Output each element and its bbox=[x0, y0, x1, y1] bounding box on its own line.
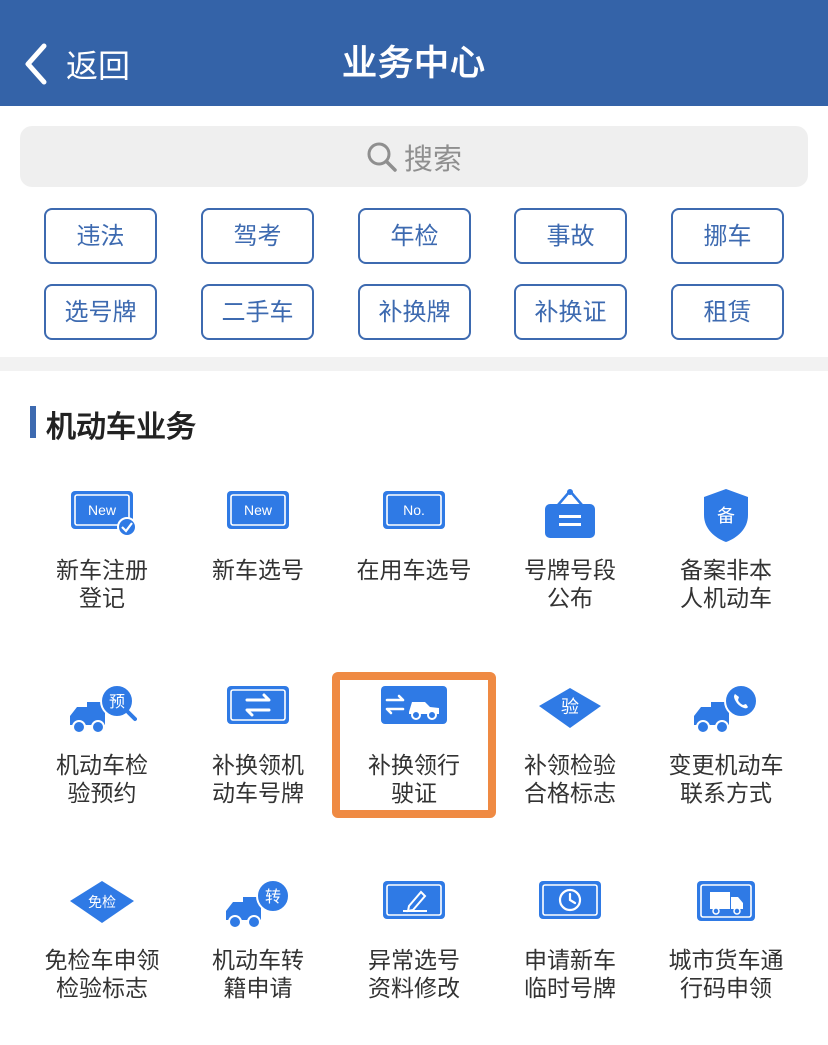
service-replace-plates[interactable]: 补换领机 动车号牌 bbox=[180, 682, 336, 862]
new-plate-icon: New bbox=[227, 491, 289, 529]
svg-text:No.: No. bbox=[403, 502, 425, 518]
service-label: 异常选号 资料修改 bbox=[368, 948, 460, 1002]
search-bar[interactable]: 搜索 bbox=[20, 126, 808, 187]
service-temporary-plate[interactable]: 申请新车 临时号牌 bbox=[492, 877, 648, 1045]
service-label: 补领检验 合格标志 bbox=[524, 753, 616, 807]
service-label: 免检车申领 检验标志 bbox=[44, 948, 160, 1002]
service-label: 备案非本 人机动车 bbox=[680, 558, 772, 612]
service-label: 机动车检 验预约 bbox=[56, 753, 148, 807]
service-label: 号牌号段 公布 bbox=[524, 558, 616, 612]
search-icon bbox=[367, 142, 397, 172]
inspection-diamond-icon: 验 bbox=[539, 688, 601, 728]
freight-truck-icon bbox=[697, 881, 755, 921]
service-label: 城市货车通 行码申领 bbox=[668, 948, 784, 1002]
chip-used-car[interactable]: 二手车 bbox=[201, 284, 314, 340]
chip-annual-inspection[interactable]: 年检 bbox=[358, 208, 471, 264]
service-replace-driving-license[interactable]: 补换领行 驶证 bbox=[336, 682, 492, 862]
section-divider bbox=[0, 357, 828, 371]
service-plate-range-publication[interactable]: 号牌号段 公布 bbox=[492, 487, 648, 667]
car-license-exchange-icon bbox=[381, 686, 447, 724]
service-exempt-inspection-mark[interactable]: 免检 免检车申领 检验标志 bbox=[24, 877, 180, 1045]
service-new-car-plate-selection[interactable]: New 新车选号 bbox=[180, 487, 336, 667]
truck-appointment-icon: 预 bbox=[70, 684, 137, 734]
top-bar: 返回 业务中心 bbox=[0, 0, 828, 106]
service-label: 变更机动车 联系方式 bbox=[668, 753, 784, 807]
service-label: 机动车转 籍申请 bbox=[212, 948, 304, 1002]
service-label: 新车选号 bbox=[212, 558, 304, 584]
page-title: 业务中心 bbox=[341, 44, 486, 84]
service-in-use-plate-selection[interactable]: No. 在用车选号 bbox=[336, 487, 492, 667]
truck-phone-icon bbox=[694, 684, 758, 734]
exempt-diamond-icon: 免检 bbox=[70, 881, 134, 923]
service-plate-data-correction[interactable]: 异常选号 资料修改 bbox=[336, 877, 492, 1045]
hanging-sign-icon bbox=[545, 489, 595, 538]
number-plate-icon: No. bbox=[383, 491, 445, 529]
plate-edit-icon bbox=[383, 881, 445, 919]
service-label: 补换领行 驶证 bbox=[368, 753, 460, 807]
section-marker bbox=[30, 406, 36, 438]
chip-replace-license[interactable]: 补换证 bbox=[514, 284, 627, 340]
chip-move-car[interactable]: 挪车 bbox=[671, 208, 784, 264]
service-label: 在用车选号 bbox=[356, 558, 472, 584]
service-label: 补换领机 动车号牌 bbox=[212, 753, 304, 807]
service-inspection-appointment[interactable]: 预 机动车检 验预约 bbox=[24, 682, 180, 862]
truck-transfer-icon: 转 bbox=[226, 879, 290, 929]
svg-text:New: New bbox=[244, 502, 273, 518]
chip-rental[interactable]: 租赁 bbox=[671, 284, 784, 340]
shield-record-icon: 备 bbox=[704, 489, 748, 542]
chip-violation[interactable]: 违法 bbox=[44, 208, 157, 264]
search-placeholder: 搜索 bbox=[403, 141, 462, 176]
plate-exchange-icon bbox=[227, 686, 289, 724]
svg-text:New: New bbox=[88, 502, 117, 518]
chip-replace-plate[interactable]: 补换牌 bbox=[358, 284, 471, 340]
new-plate-check-icon: New bbox=[71, 491, 137, 537]
chip-driving-test[interactable]: 驾考 bbox=[201, 208, 314, 264]
service-non-owner-vehicle-record[interactable]: 备 备案非本 人机动车 bbox=[648, 487, 804, 667]
svg-text:转: 转 bbox=[265, 887, 281, 906]
service-label: 申请新车 临时号牌 bbox=[524, 948, 616, 1002]
svg-text:预: 预 bbox=[109, 692, 125, 711]
service-new-car-registration[interactable]: New 新车注册 登记 bbox=[24, 487, 180, 667]
service-vehicle-transfer[interactable]: 转 机动车转 籍申请 bbox=[180, 877, 336, 1045]
temporary-plate-clock-icon bbox=[539, 881, 601, 919]
chip-accident[interactable]: 事故 bbox=[514, 208, 627, 264]
section-title: 机动车业务 bbox=[46, 410, 196, 445]
service-change-contact-info[interactable]: 变更机动车 联系方式 bbox=[648, 682, 804, 862]
service-freight-pass[interactable]: 城市货车通 行码申领 bbox=[648, 877, 804, 1045]
svg-text:免检: 免检 bbox=[88, 895, 116, 911]
chip-select-plate[interactable]: 选号牌 bbox=[44, 284, 157, 340]
service-label: 新车注册 登记 bbox=[56, 558, 148, 612]
service-inspection-mark-reissue[interactable]: 验 补领检验 合格标志 bbox=[492, 682, 648, 862]
svg-text:验: 验 bbox=[561, 697, 579, 718]
svg-text:备: 备 bbox=[717, 506, 735, 527]
